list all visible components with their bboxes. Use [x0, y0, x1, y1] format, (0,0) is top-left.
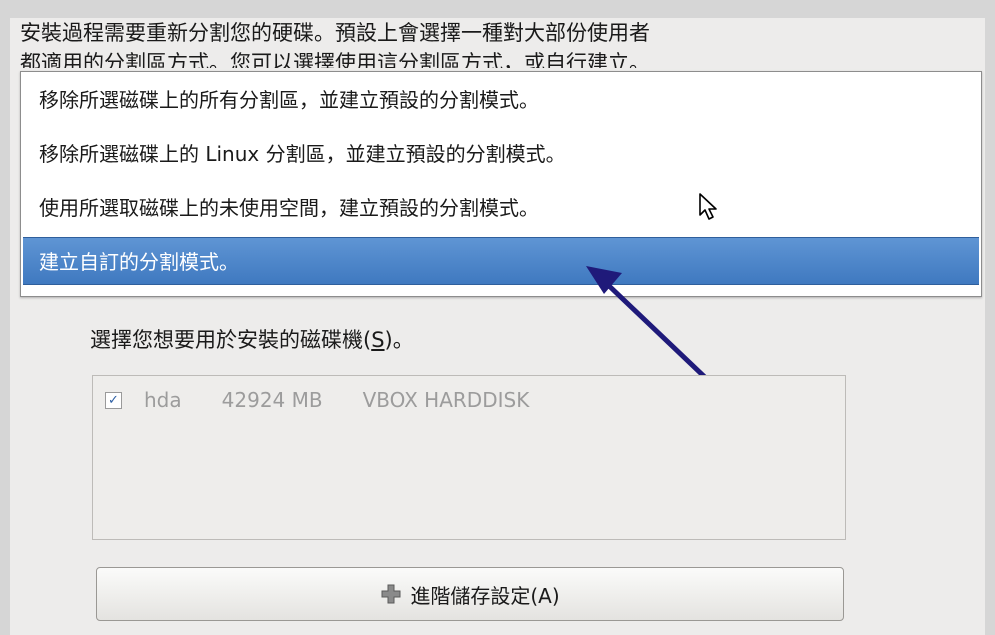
advanced-storage-button[interactable]: 進階儲存設定(A) [96, 567, 844, 621]
disk-select-label: 選擇您想要用於安裝的磁碟機(S)。 [90, 328, 414, 352]
disk-row[interactable]: ✓ hda 42924 MB VBOX HARDDISK [105, 386, 529, 414]
mouse-pointer-icon [699, 193, 717, 220]
installer-panel: 安裝過程需要重新分割您的硬碟。預設上會選擇一種對大部份使用者 都適用的分割區方式… [10, 18, 985, 635]
disk-list[interactable]: ✓ hda 42924 MB VBOX HARDDISK [92, 375, 846, 540]
checkbox-checked-icon[interactable]: ✓ [105, 391, 122, 409]
disk-model: VBOX HARDDISK [362, 388, 530, 412]
mnemonic-key: S [371, 328, 385, 352]
disk-size: 42924 MB [221, 388, 323, 412]
disk-name: hda [144, 388, 182, 412]
plus-icon [380, 583, 402, 605]
advanced-storage-label: 進階儲存設定(A) [410, 583, 560, 608]
